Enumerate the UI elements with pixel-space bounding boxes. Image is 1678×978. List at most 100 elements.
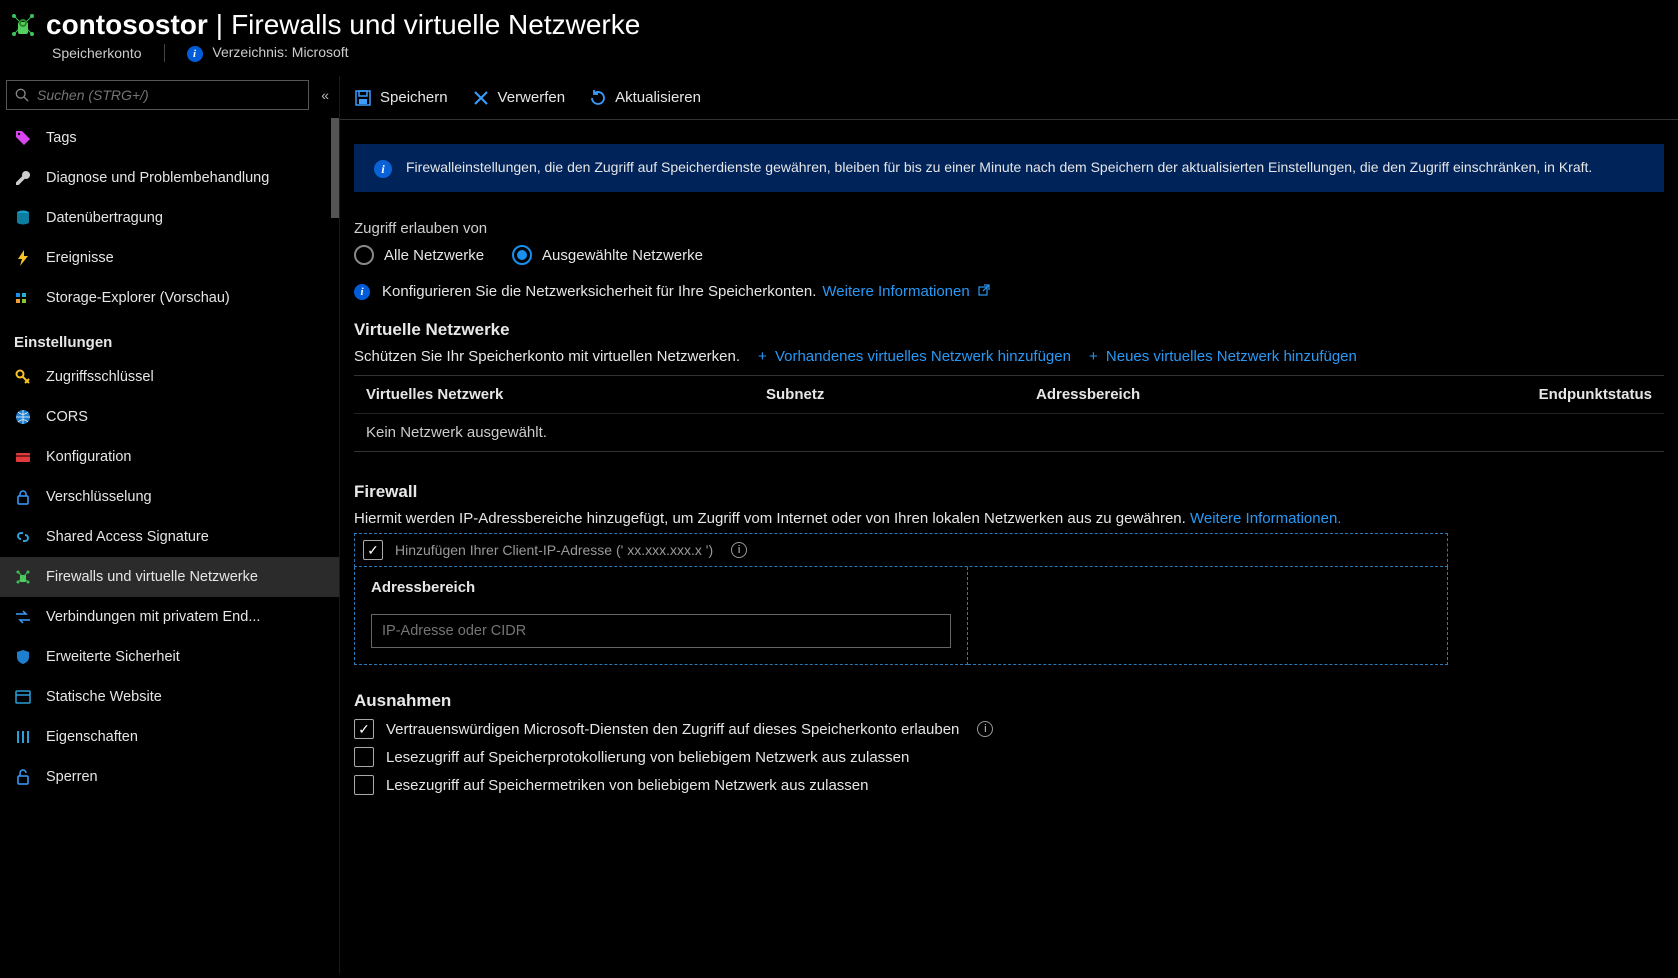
refresh-icon bbox=[589, 89, 607, 107]
radio-all-networks[interactable]: Alle Netzwerke bbox=[354, 245, 484, 265]
sidebar-item[interactable]: Verschlüsselung bbox=[0, 477, 339, 517]
tag-icon bbox=[14, 129, 32, 147]
bars-icon bbox=[14, 728, 32, 746]
sidebar-item[interactable]: Konfiguration bbox=[0, 437, 339, 477]
access-label: Zugriff erlauben von bbox=[354, 220, 1664, 237]
address-range-header: Adressbereich bbox=[371, 579, 951, 596]
exception-label: Lesezugriff auf Speicherprotokollierung … bbox=[386, 749, 909, 766]
config-hint: Konfigurieren Sie die Netzwerksicherheit… bbox=[382, 283, 816, 300]
sidebar-item[interactable]: Verbindungen mit privatem End... bbox=[0, 597, 339, 637]
sidebar-item-label: Erweiterte Sicherheit bbox=[46, 649, 180, 665]
sidebar-item-label: Verbindungen mit privatem End... bbox=[46, 609, 260, 625]
sidebar-item[interactable]: Datenübertragung bbox=[0, 198, 339, 238]
info-icon: i bbox=[374, 160, 392, 178]
globe-icon bbox=[14, 408, 32, 426]
sidebar-item[interactable]: Sperren bbox=[0, 757, 339, 797]
exception-row: Vertrauenswürdigen Microsoft-Diensten de… bbox=[354, 719, 1664, 739]
vnet-empty-text: Kein Netzwerk ausgewählt. bbox=[366, 424, 547, 441]
sidebar-item-label: Konfiguration bbox=[46, 449, 131, 465]
exception-checkbox[interactable] bbox=[354, 747, 374, 767]
address-range-input[interactable] bbox=[371, 614, 951, 648]
exception-label: Lesezugriff auf Speichermetriken von bel… bbox=[386, 777, 868, 794]
sidebar-item-label: Storage-Explorer (Vorschau) bbox=[46, 290, 230, 306]
vnet-desc: Schützen Sie Ihr Speicherkonto mit virtu… bbox=[354, 348, 740, 365]
sidebar-item[interactable]: Shared Access Signature bbox=[0, 517, 339, 557]
exceptions-heading: Ausnahmen bbox=[354, 691, 1664, 711]
sidebar-item[interactable]: Ereignisse bbox=[0, 238, 339, 278]
sidebar-item[interactable]: Diagnose und Problembehandlung bbox=[0, 158, 339, 198]
resource-icon bbox=[6, 8, 40, 42]
link-icon bbox=[14, 528, 32, 546]
resource-name: contosostor bbox=[46, 9, 208, 41]
exception-row: Lesezugriff auf Speichermetriken von bel… bbox=[354, 775, 1664, 795]
resource-type: Speicherkonto bbox=[52, 45, 142, 61]
sidebar-item[interactable]: Firewalls und virtuelle Netzwerke bbox=[0, 557, 339, 597]
page-title: Firewalls und virtuelle Netzwerke bbox=[231, 9, 640, 41]
add-client-ip-label: Hinzufügen Ihrer Client-IP-Adresse (' xx… bbox=[395, 542, 713, 558]
page-header: contosostor | Firewalls und virtuelle Ne… bbox=[0, 0, 1678, 42]
sidebar-item-label: Ereignisse bbox=[46, 250, 114, 266]
main-panel: Speichern Verwerfen Aktualisieren i Fire… bbox=[340, 76, 1678, 974]
vnet-col-network: Virtuelles Netzwerk bbox=[366, 386, 766, 403]
sidebar-item[interactable]: Erweiterte Sicherheit bbox=[0, 637, 339, 677]
sidebar-item-label: Shared Access Signature bbox=[46, 529, 209, 545]
exception-checkbox[interactable] bbox=[354, 775, 374, 795]
add-existing-vnet-link[interactable]: + Vorhandenes virtuelles Netzwerk hinzuf… bbox=[758, 348, 1071, 365]
save-icon bbox=[354, 89, 372, 107]
sidebar-item[interactable]: CORS bbox=[0, 397, 339, 437]
sidebar-item[interactable]: Zugriffsschlüssel bbox=[0, 357, 339, 397]
exception-checkbox[interactable] bbox=[354, 719, 374, 739]
sidebar-item-label: Diagnose und Problembehandlung bbox=[46, 170, 269, 186]
sidebar-section-settings: Einstellungen bbox=[0, 318, 339, 357]
collapse-sidebar-button[interactable]: « bbox=[317, 83, 333, 107]
info-icon: i bbox=[187, 46, 203, 62]
window-icon bbox=[14, 688, 32, 706]
sidebar-item[interactable]: Tags bbox=[0, 118, 339, 158]
vnet-col-status: Endpunktstatus bbox=[1296, 386, 1652, 403]
close-icon bbox=[472, 89, 490, 107]
sidebar-search[interactable] bbox=[6, 80, 309, 110]
directory-label: Verzeichnis: Microsoft bbox=[212, 44, 348, 60]
command-bar: Speichern Verwerfen Aktualisieren bbox=[340, 76, 1678, 120]
sidebar-item-label: Sperren bbox=[46, 769, 98, 785]
grid-icon bbox=[14, 289, 32, 307]
notice-text: Firewalleinstellungen, die den Zugriff a… bbox=[406, 158, 1592, 178]
sidebar-item-label: Datenübertragung bbox=[46, 210, 163, 226]
shield-icon bbox=[14, 648, 32, 666]
exception-label: Vertrauenswürdigen Microsoft-Diensten de… bbox=[386, 721, 959, 738]
search-icon bbox=[15, 88, 29, 102]
discard-button[interactable]: Verwerfen bbox=[472, 89, 566, 107]
card-icon bbox=[14, 448, 32, 466]
save-button[interactable]: Speichern bbox=[354, 89, 448, 107]
more-info-link[interactable]: Weitere Informationen bbox=[822, 283, 989, 300]
sidebar-item[interactable]: Storage-Explorer (Vorschau) bbox=[0, 278, 339, 318]
add-new-vnet-link[interactable]: + Neues virtuelles Netzwerk hinzufügen bbox=[1089, 348, 1357, 365]
add-client-ip-checkbox[interactable] bbox=[363, 540, 383, 560]
refresh-button[interactable]: Aktualisieren bbox=[589, 89, 701, 107]
search-input[interactable] bbox=[37, 87, 300, 103]
sidebar-item-label: Statische Website bbox=[46, 689, 162, 705]
add-client-ip-row: Hinzufügen Ihrer Client-IP-Adresse (' xx… bbox=[354, 533, 1448, 567]
sidebar-item[interactable]: Statische Website bbox=[0, 677, 339, 717]
sidebar-item[interactable]: Eigenschaften bbox=[0, 717, 339, 757]
firewall-desc: Hiermit werden IP-Adressbereiche hinzuge… bbox=[354, 510, 1186, 527]
lock-icon bbox=[14, 488, 32, 506]
page-subheader: Speicherkonto i Verzeichnis: Microsoft bbox=[0, 42, 1678, 76]
firewall-heading: Firewall bbox=[354, 482, 1664, 502]
bolt-icon bbox=[14, 249, 32, 267]
sidebar: « Tags Diagnose und Problembehandlung Date… bbox=[0, 76, 340, 974]
sidebar-item-label: Zugriffsschlüssel bbox=[46, 369, 154, 385]
vnet-col-subnet: Subnetz bbox=[766, 386, 1036, 403]
sidebar-scrollbar[interactable] bbox=[331, 118, 339, 218]
arrows-icon bbox=[14, 608, 32, 626]
cylinder-icon bbox=[14, 209, 32, 227]
sidebar-item-label: CORS bbox=[46, 409, 88, 425]
exception-row: Lesezugriff auf Speicherprotokollierung … bbox=[354, 747, 1664, 767]
sidebar-item-label: Verschlüsselung bbox=[46, 489, 152, 505]
firewall-more-info-link[interactable]: Weitere Informationen. bbox=[1190, 510, 1341, 527]
radio-selected-networks[interactable]: Ausgewählte Netzwerke bbox=[512, 245, 703, 265]
info-icon[interactable]: i bbox=[977, 721, 993, 737]
network-icon bbox=[14, 568, 32, 586]
info-icon[interactable]: i bbox=[731, 542, 747, 558]
lockopen-icon bbox=[14, 768, 32, 786]
